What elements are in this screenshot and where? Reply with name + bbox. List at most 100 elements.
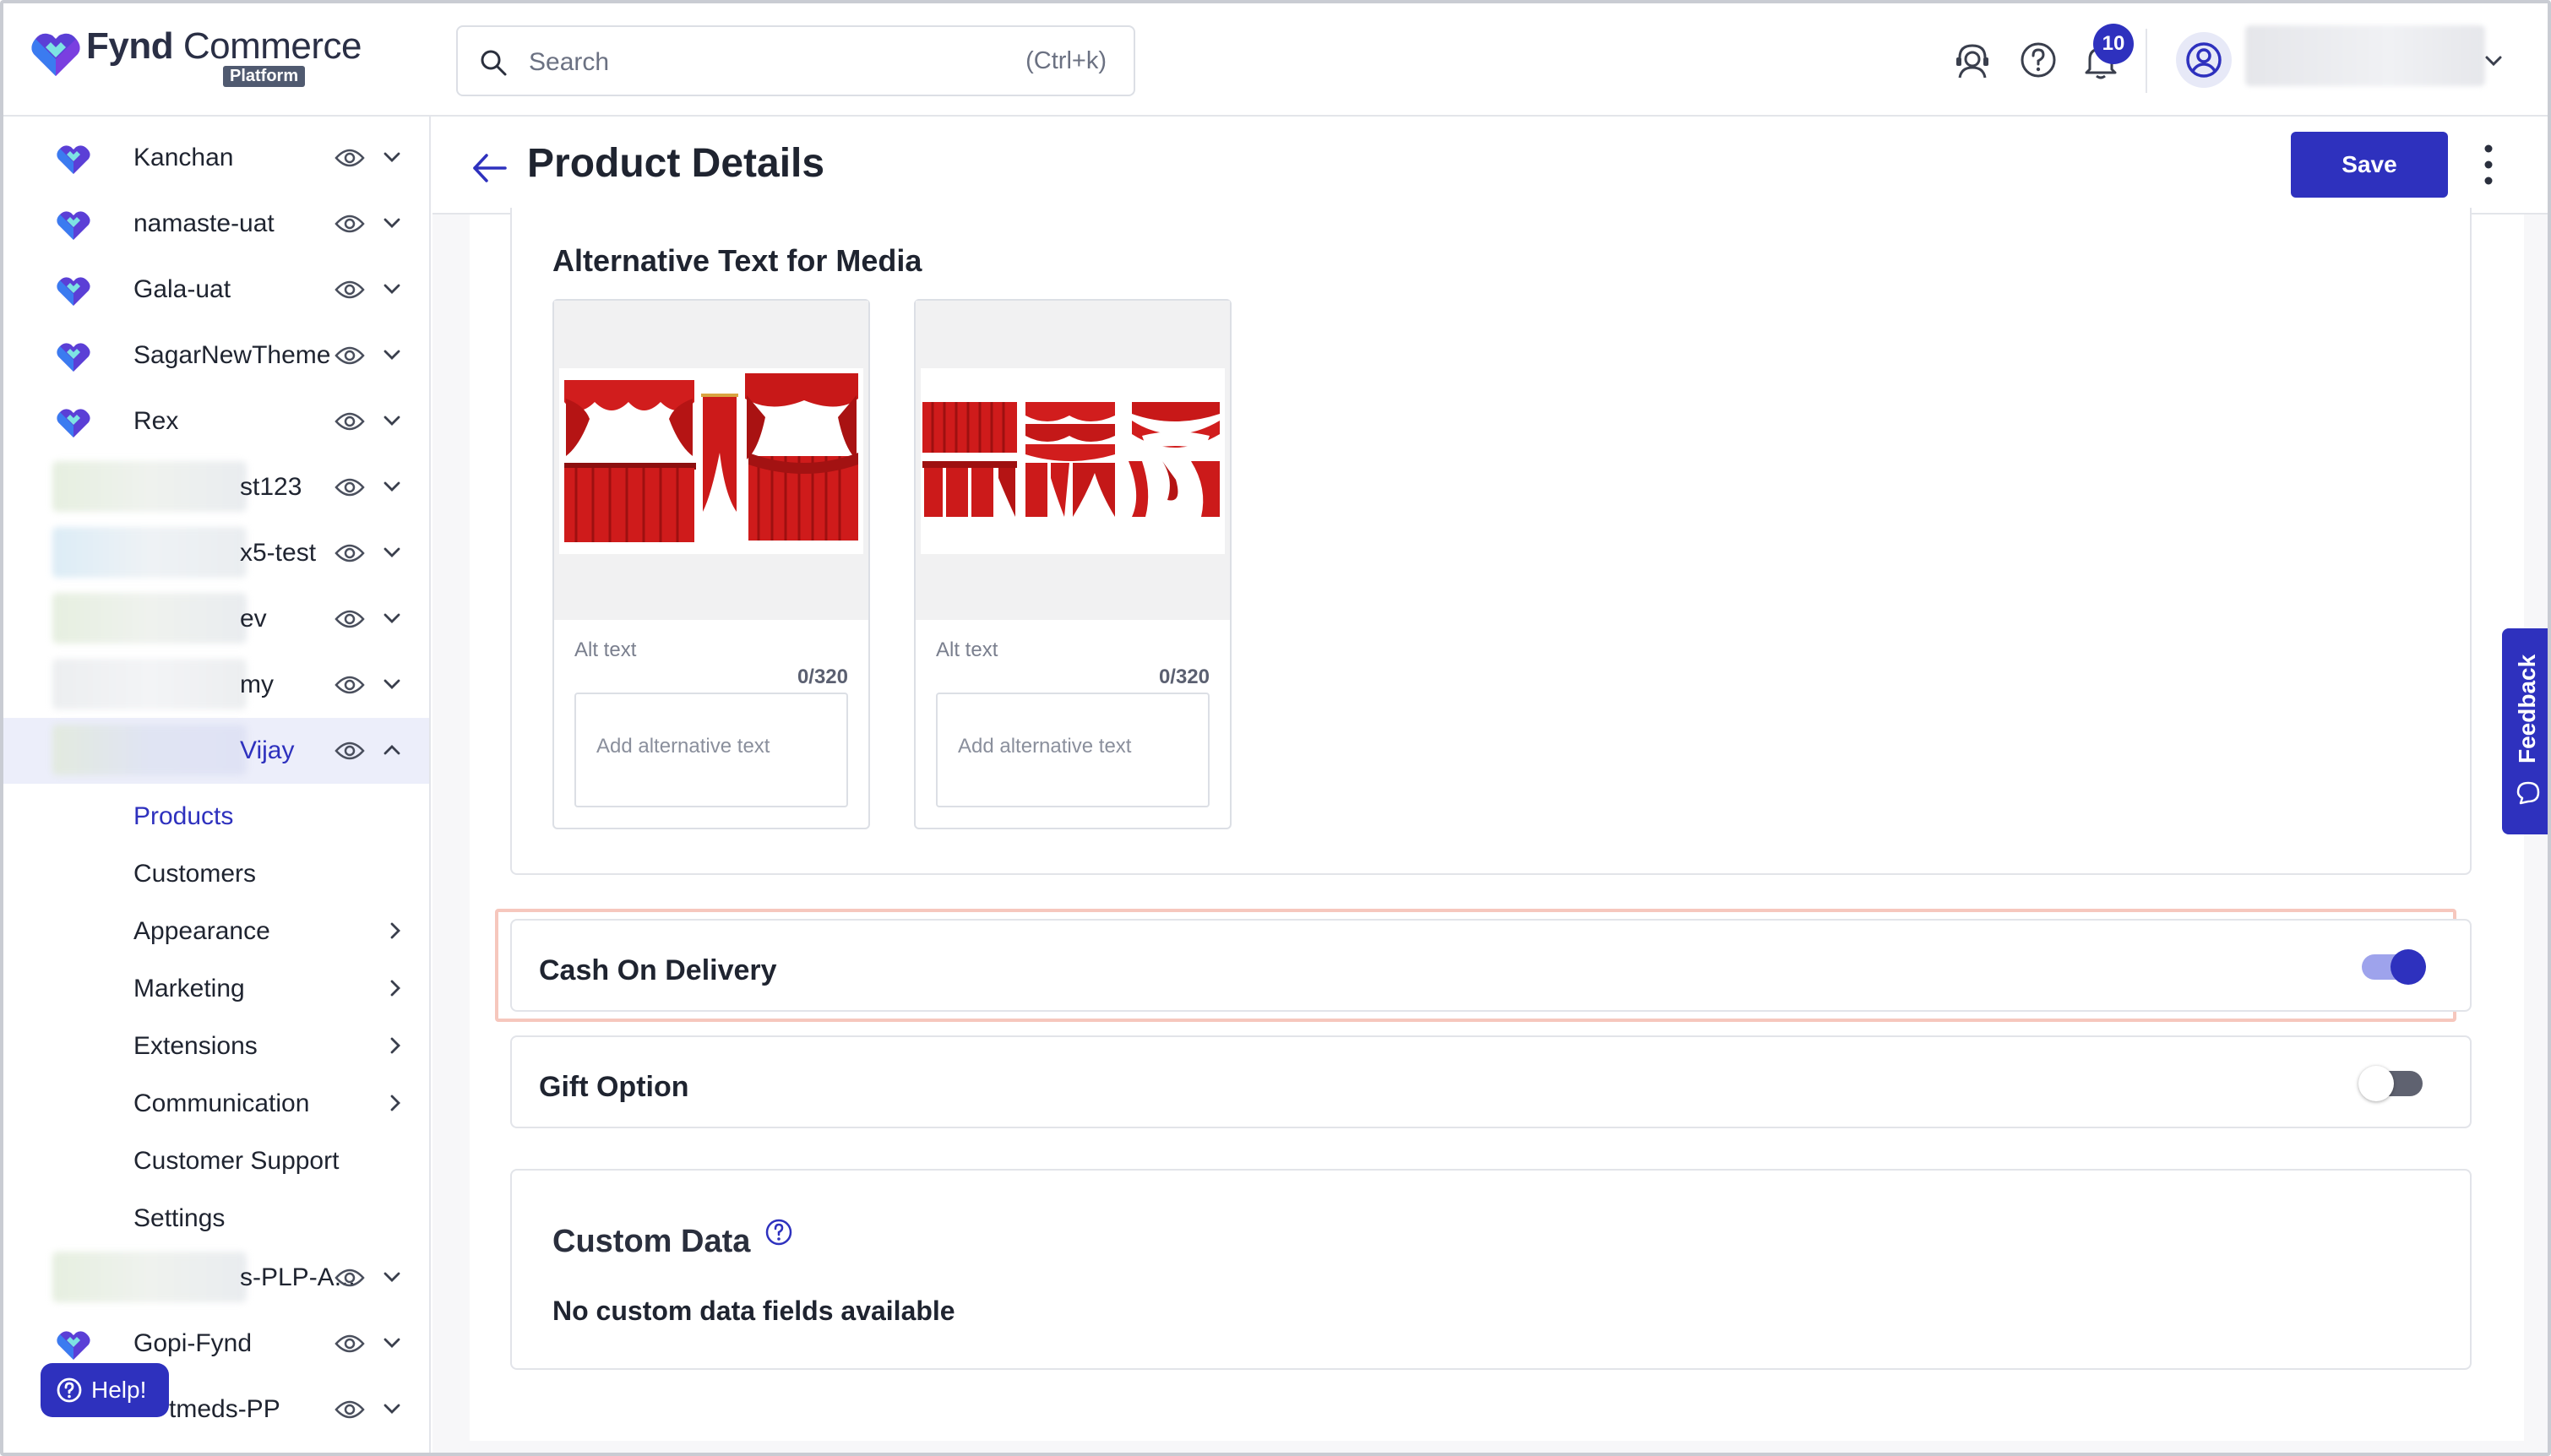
feedback-bubble-icon — [2516, 781, 2540, 805]
product-image[interactable] — [554, 301, 868, 620]
sidebar-item-x5-test[interactable]: x5-test — [3, 520, 429, 586]
feedback-tab[interactable]: Feedback — [2502, 628, 2548, 834]
custom-data-card: Custom Data No custom data fields availa… — [510, 1169, 2472, 1370]
sidebar-item-label: my — [240, 671, 274, 698]
gift-option-toggle[interactable] — [2358, 1066, 2423, 1101]
red-curtains-image — [921, 368, 1225, 554]
chevron-right-icon — [390, 1037, 400, 1054]
sidebar-item-plp[interactable]: s-PLP-A... — [3, 1245, 429, 1311]
submenu-label: Customers — [133, 860, 257, 888]
chevron-down-icon[interactable] — [380, 475, 404, 498]
chevron-down-icon[interactable] — [380, 606, 404, 630]
media-tile: Alt text 0/320 — [914, 299, 1232, 829]
user-name-redacted[interactable] — [2245, 25, 2485, 86]
sales-channel-logo-icon — [57, 277, 90, 306]
sidebar-item-kanchan[interactable]: Kanchan — [3, 125, 429, 191]
sales-channel-logo-icon — [57, 145, 90, 174]
more-options-icon[interactable] — [2480, 142, 2497, 187]
eye-icon[interactable] — [335, 608, 365, 630]
custom-data-title: Custom Data — [552, 1218, 793, 1260]
submenu-label: Customer Support — [133, 1147, 340, 1175]
submenu-products[interactable]: Products — [133, 789, 421, 845]
fynd-logo-icon — [31, 33, 80, 76]
support-agent-icon[interactable] — [1951, 39, 1993, 81]
toggle-knob — [2358, 1066, 2394, 1101]
header-divider — [2146, 29, 2147, 93]
eye-icon[interactable] — [335, 476, 365, 498]
submenu-label: Extensions — [133, 1032, 258, 1060]
sidebar-item-rex[interactable]: Rex — [3, 388, 429, 454]
user-avatar[interactable] — [2176, 32, 2232, 88]
logo-badge: Platform — [223, 66, 306, 87]
eye-icon[interactable] — [335, 1333, 365, 1355]
media-alt-text-card: Alternative Text for Media Alt text 0/32… — [510, 208, 2472, 875]
alt-text-char-count: 0/320 — [797, 666, 848, 688]
eye-icon[interactable] — [335, 345, 365, 367]
chevron-down-icon[interactable] — [380, 211, 404, 235]
help-button[interactable]: Help! — [41, 1363, 169, 1417]
product-image[interactable] — [916, 301, 1230, 620]
sidebar-item-st123[interactable]: st123 — [3, 454, 429, 520]
info-question-icon[interactable] — [764, 1218, 793, 1247]
sidebar-item-label: SagarNewTheme — [133, 341, 331, 369]
search-icon — [481, 50, 507, 76]
sales-channel-logo-icon — [57, 343, 90, 372]
red-curtains-image — [559, 368, 863, 554]
eye-icon[interactable] — [335, 213, 365, 235]
chevron-down-icon[interactable] — [380, 1331, 404, 1355]
chevron-down-icon[interactable] — [2480, 47, 2507, 74]
chevron-down-icon[interactable] — [380, 409, 404, 432]
chevron-down-icon[interactable] — [380, 541, 404, 564]
submenu-customer-support[interactable]: Customer Support — [133, 1133, 421, 1189]
chevron-right-icon — [390, 1095, 400, 1111]
eye-icon[interactable] — [335, 542, 365, 564]
sidebar-item-label: tmeds-PP — [169, 1395, 280, 1423]
sidebar-item-namaste-uat[interactable]: namaste-uat — [3, 191, 429, 257]
eye-icon[interactable] — [335, 147, 365, 169]
top-bar: Fynd Commerce Platform (Ctrl+k) — [3, 3, 2548, 117]
custom-data-title-text: Custom Data — [552, 1224, 751, 1259]
submenu-appearance[interactable]: Appearance — [133, 904, 421, 959]
submenu-customers[interactable]: Customers — [133, 846, 421, 902]
logo-text: Fynd Commerce — [86, 25, 362, 67]
alt-text-input[interactable] — [936, 693, 1210, 807]
sidebar-item-gala-uat[interactable]: Gala-uat — [3, 257, 429, 323]
sidebar-item-ev[interactable]: ev — [3, 586, 429, 652]
submenu-extensions[interactable]: Extensions — [133, 1019, 421, 1074]
search-box[interactable]: (Ctrl+k) — [456, 25, 1135, 96]
back-arrow-icon[interactable] — [468, 147, 510, 189]
chevron-down-icon[interactable] — [380, 277, 404, 301]
save-button[interactable]: Save — [2291, 132, 2448, 198]
sidebar-item-label: Gala-uat — [133, 275, 231, 303]
eye-icon[interactable] — [335, 1267, 365, 1289]
sidebar-item-sagarnewtheme[interactable]: SagarNewTheme — [3, 323, 429, 388]
app-window: Fynd Commerce Platform (Ctrl+k) — [0, 0, 2551, 1456]
fynd-commerce-logo[interactable]: Fynd Commerce Platform — [30, 25, 362, 93]
eye-icon[interactable] — [335, 740, 365, 762]
eye-icon[interactable] — [335, 1399, 365, 1421]
help-circle-icon[interactable] — [2017, 39, 2059, 81]
toggle-knob — [2391, 949, 2426, 985]
eye-icon[interactable] — [335, 674, 365, 696]
chevron-down-icon[interactable] — [380, 343, 404, 367]
submenu-marketing[interactable]: Marketing — [133, 961, 421, 1017]
search-input[interactable] — [529, 42, 934, 83]
chevron-down-icon[interactable] — [380, 1265, 404, 1289]
submenu-label: Products — [133, 802, 234, 830]
sidebar-item-vijay[interactable]: Vijay — [3, 718, 429, 784]
eye-icon[interactable] — [335, 279, 365, 301]
chevron-down-icon[interactable] — [380, 145, 404, 169]
chevron-down-icon[interactable] — [380, 672, 404, 696]
submenu-communication[interactable]: Communication — [133, 1076, 421, 1132]
search-shortcut-hint: (Ctrl+k) — [1025, 47, 1107, 74]
cash-on-delivery-toggle[interactable] — [2362, 949, 2426, 985]
submenu-settings[interactable]: Settings — [133, 1191, 421, 1247]
sidebar-item-my[interactable]: my — [3, 652, 429, 718]
alt-text-char-count: 0/320 — [1158, 666, 1210, 688]
eye-icon[interactable] — [335, 410, 365, 432]
chevron-down-icon[interactable] — [380, 1397, 404, 1421]
sidebar-item-label: x5-test — [240, 539, 317, 567]
redacted-channel-name — [52, 725, 247, 775]
chevron-up-icon[interactable] — [380, 738, 404, 762]
alt-text-input[interactable] — [574, 693, 848, 807]
